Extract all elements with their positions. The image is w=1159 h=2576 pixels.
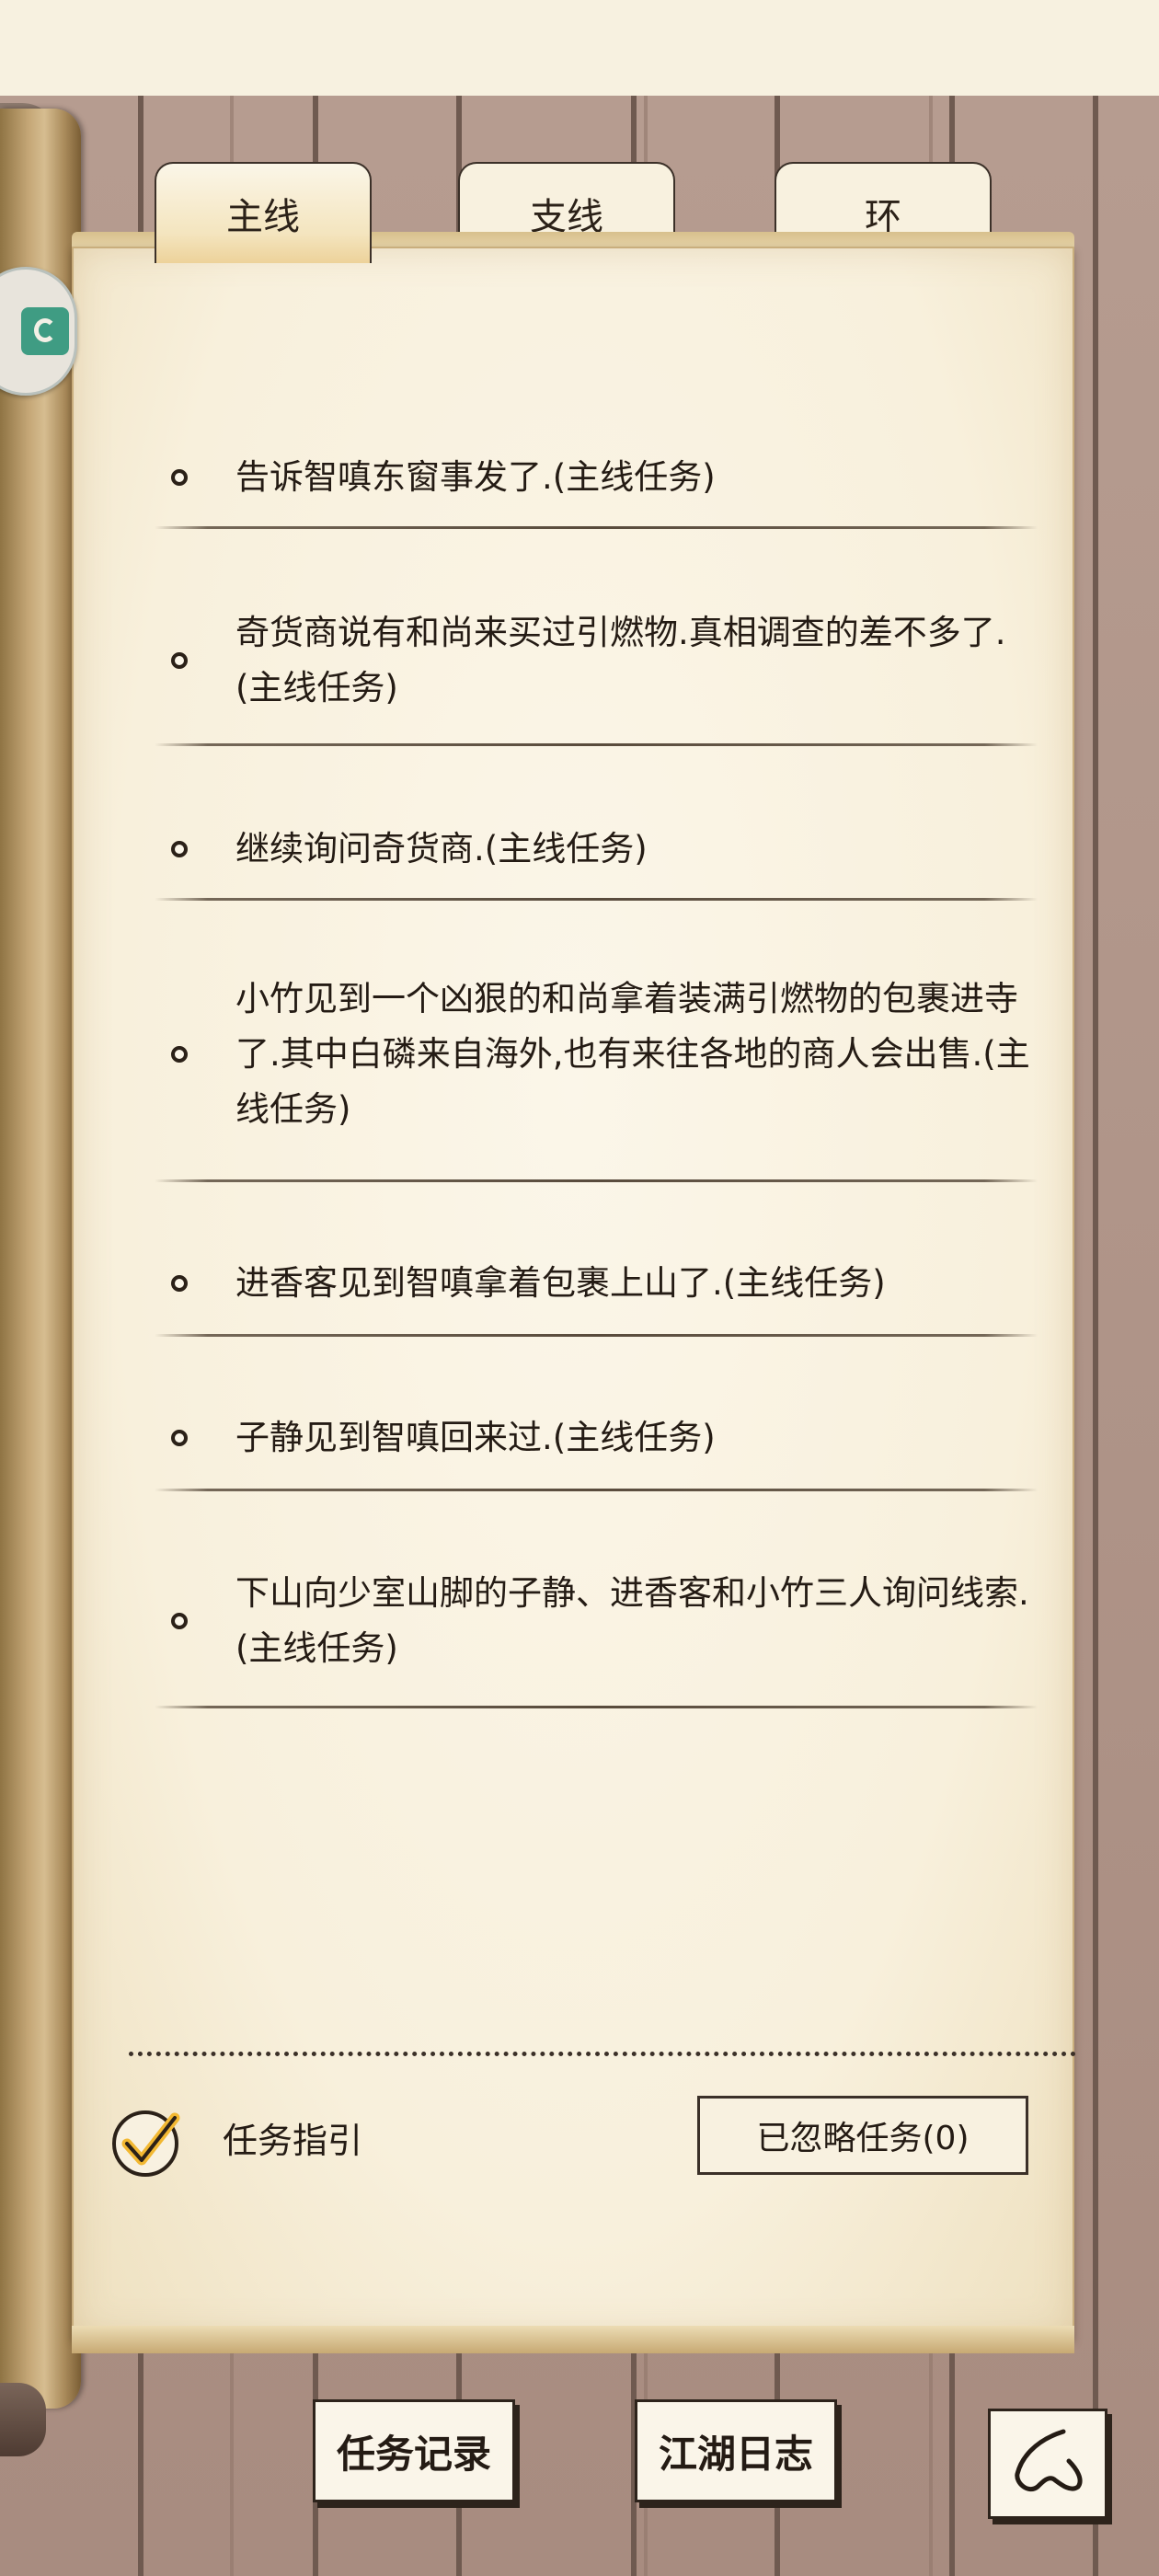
divider — [155, 898, 1038, 901]
checkmark-icon[interactable] — [110, 2105, 184, 2179]
quest-item[interactable]: 进香客见到智嗔拿着包裹上山了.(主线任务) — [156, 1255, 1039, 1312]
divider — [155, 1179, 1038, 1182]
quest-text: 奇货商说有和尚来买过引燃物.真相调查的差不多了.(主线任务) — [235, 613, 1006, 707]
ignored-quests-button[interactable]: 已忽略任务(0) — [697, 2096, 1028, 2175]
back-button[interactable] — [988, 2409, 1107, 2519]
paper-edge — [72, 2326, 1074, 2353]
bullet-icon — [171, 1613, 188, 1629]
divider — [155, 526, 1038, 529]
tab-main-quest[interactable]: 主线 — [155, 162, 372, 263]
quest-item[interactable]: 奇货商说有和尚来买过引燃物.真相调查的差不多了.(主线任务) — [156, 605, 1039, 716]
bullet-icon — [171, 841, 188, 857]
quest-text: 子静见到智嗔回来过.(主线任务) — [235, 1418, 716, 1457]
map-icon[interactable] — [0, 267, 77, 396]
bullet-icon — [171, 652, 188, 669]
scroll-rod-cap — [0, 2383, 46, 2456]
divider — [155, 1334, 1038, 1337]
bullet-icon — [171, 1046, 188, 1063]
quest-item[interactable]: 继续询问奇货商.(主线任务) — [156, 821, 1039, 878]
divider — [155, 1489, 1038, 1491]
quest-record-button[interactable]: 任务记录 — [313, 2399, 515, 2502]
status-bar — [0, 0, 1159, 96]
dotted-separator — [129, 2052, 1076, 2062]
back-arrow-icon — [1015, 2429, 1083, 2492]
journal-button[interactable]: 江湖日志 — [635, 2399, 837, 2502]
bullet-icon — [171, 1275, 188, 1292]
bullet-icon — [171, 469, 188, 486]
quest-text: 进香客见到智嗔拿着包裹上山了.(主线任务) — [235, 1263, 886, 1303]
quest-guide-label: 任务指引 — [223, 2121, 363, 2161]
quest-text: 下山向少室山脚的子静、进香客和小竹三人询问线索.(主线任务) — [235, 1573, 1029, 1668]
quest-item[interactable]: 小竹见到一个凶狠的和尚拿着装满引燃物的包裹进寺了.其中白磷来自海外,也有来往各地… — [156, 972, 1039, 1137]
divider — [155, 743, 1038, 746]
quest-text: 小竹见到一个凶狠的和尚拿着装满引燃物的包裹进寺了.其中白磷来自海外,也有来往各地… — [235, 979, 1030, 1129]
quest-text: 继续询问奇货商.(主线任务) — [235, 829, 648, 868]
quest-item[interactable]: 下山向少室山脚的子静、进香客和小竹三人询问线索.(主线任务) — [156, 1566, 1039, 1676]
bullet-icon — [171, 1430, 188, 1446]
quest-text: 告诉智嗔东窗事发了.(主线任务) — [235, 457, 716, 497]
divider — [155, 1706, 1038, 1708]
quest-item[interactable]: 子静见到智嗔回来过.(主线任务) — [156, 1409, 1039, 1466]
quest-item[interactable]: 告诉智嗔东窗事发了.(主线任务) — [156, 449, 1039, 506]
scroll-rod — [0, 109, 81, 2409]
